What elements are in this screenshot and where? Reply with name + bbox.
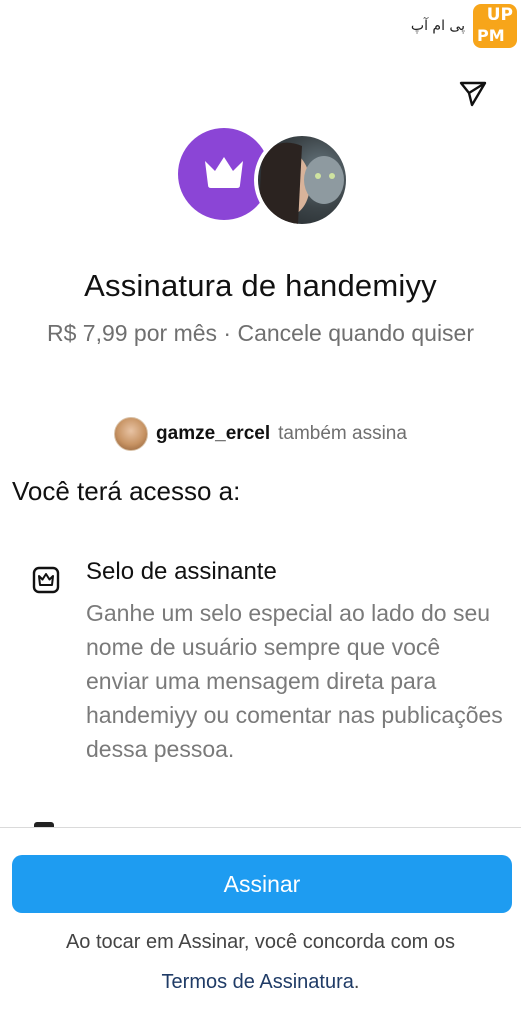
access-heading: Você terá acesso a:	[12, 476, 241, 506]
terms-line: Termos de Assinatura.	[0, 962, 521, 1002]
crown-icon	[201, 153, 247, 196]
follower-username[interactable]: gamze_ercel	[156, 423, 270, 445]
follower-avatar[interactable]	[114, 417, 149, 451]
subscriber-badge-icon	[32, 566, 60, 594]
price-line: R$ 7,99 por mês · Cancele quando quiser	[46, 320, 475, 346]
social-proof: gamze_ercel também assina	[0, 417, 521, 451]
creator-profile-avatar	[254, 132, 350, 228]
watermark: پی ام آپ UP PM	[411, 4, 517, 48]
watermark-logo: UP PM	[473, 4, 517, 48]
benefit-description: Ganhe um selo especial ao lado do seu no…	[86, 600, 503, 762]
send-icon[interactable]	[458, 80, 488, 108]
subscription-title: Assinatura de handemiyy	[84, 268, 437, 303]
watermark-logo-top: UP	[486, 5, 513, 25]
legal-notice: Ao tocar em Assinar, você concorda com o…	[0, 922, 521, 1002]
watermark-text: پی ام آپ	[410, 18, 465, 34]
creator-avatars	[178, 128, 350, 228]
terms-link[interactable]: Termos de Assinatura	[162, 971, 354, 993]
subscribe-button[interactable]: Assinar	[12, 855, 512, 913]
watermark-logo-bottom: PM	[477, 26, 505, 45]
legal-text: Ao tocar em Assinar, você concorda com o…	[65, 931, 456, 953]
terms-suffix: .	[353, 971, 360, 993]
footer-divider	[0, 827, 521, 828]
also-subscribes-label: também assina	[278, 423, 407, 444]
benefit-title: Selo de assinante	[86, 558, 277, 585]
